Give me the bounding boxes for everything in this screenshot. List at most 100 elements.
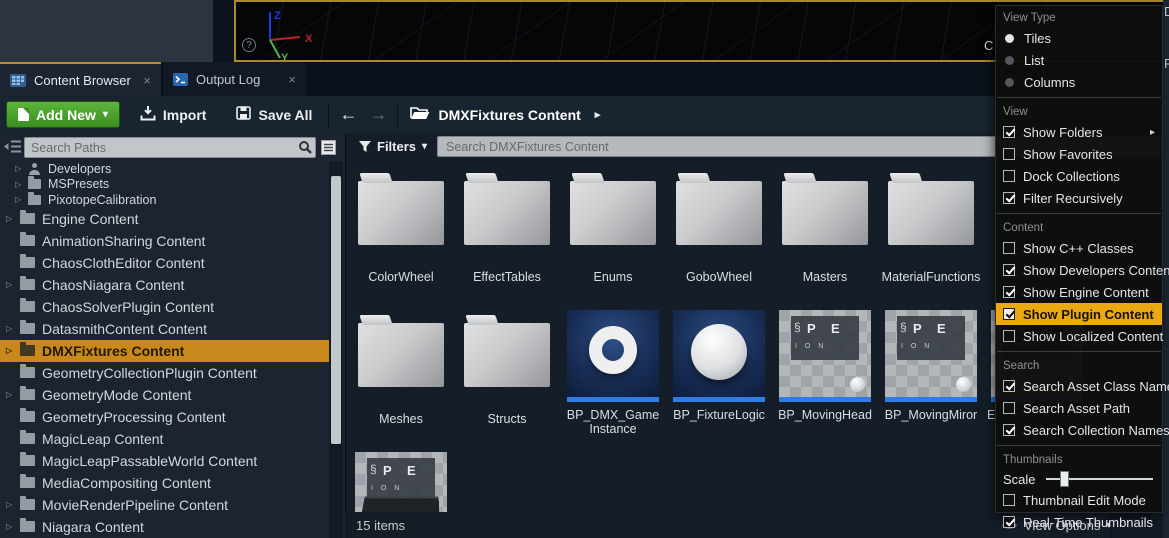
folder-tile-meshes[interactable]: Meshes [348, 310, 454, 426]
menu-item-show-cpp-classes[interactable]: Show C++ Classes [996, 237, 1162, 259]
tree-item-pixotopecalibration[interactable]: ▷ PixotopeCalibration [0, 192, 329, 208]
menu-item-show-folders[interactable]: Show Folders▸ [996, 121, 1162, 143]
tree-item-chaosniagara[interactable]: ▷ChaosNiagara Content [0, 274, 329, 296]
checkbox-checked-icon [1003, 516, 1015, 528]
tree-item-magicleap[interactable]: MagicLeap Content [0, 428, 329, 450]
tree-item-geometrycollectionplugin[interactable]: GeometryCollectionPlugin Content [0, 362, 329, 384]
back-button[interactable]: ← [333, 104, 363, 125]
menu-item-show-engine-content[interactable]: Show Engine Content [996, 281, 1162, 303]
folder-tile-colorwheel[interactable]: ColorWheel [348, 168, 454, 284]
expand-arrow-icon[interactable]: ▷ [6, 346, 19, 355]
menu-item-search-collection-names[interactable]: Search Collection Names [996, 419, 1162, 441]
add-new-button[interactable]: Add New ▾ [6, 101, 120, 128]
save-all-button[interactable]: Save All [224, 96, 324, 133]
asset-tile-bp-movinghead[interactable]: §P EI O N BP_MovingHead [772, 310, 878, 422]
breadcrumb[interactable]: DMXFixtures Content ▸ [410, 106, 600, 123]
menu-item-tiles[interactable]: Tiles [996, 27, 1162, 49]
expand-arrow-icon[interactable]: ▷ [15, 180, 27, 189]
close-tab-icon[interactable]: × [278, 72, 296, 87]
checkbox-checked-icon [1003, 380, 1015, 392]
menu-item-show-localized-content[interactable]: Show Localized Content [996, 325, 1162, 347]
thumbnail-scale-slider[interactable] [1046, 478, 1153, 480]
menu-item-filter-recursively[interactable]: Filter Recursively [996, 187, 1162, 209]
expand-arrow-icon[interactable]: ▷ [6, 500, 19, 509]
checkbox-checked-icon [1003, 192, 1015, 204]
folder-tile-gobowheel[interactable]: GoboWheel [666, 168, 772, 284]
tab-output-log[interactable]: Output Log × [163, 62, 306, 96]
radio-off-icon [1005, 56, 1014, 65]
add-new-label: Add New [36, 107, 96, 123]
expand-arrow-icon[interactable]: ▷ [6, 324, 19, 333]
asset-thumbnail: §P EI O N [779, 310, 871, 402]
tab-content-browser[interactable]: Content Browser × [0, 62, 161, 96]
tree-scrollbar[interactable] [329, 161, 343, 538]
tree-item-label: GeometryMode Content [42, 387, 191, 403]
asset-thumbnail: §P EI O N [355, 452, 447, 512]
expand-arrow-icon[interactable]: ▷ [15, 195, 27, 204]
scrollbar-thumb[interactable] [331, 176, 341, 444]
tree-item-datasmithcontent[interactable]: ▷DatasmithContent Content [0, 318, 329, 340]
tab-bar: Content Browser × Output Log × [0, 62, 1169, 96]
sources-view-options-button[interactable] [321, 140, 336, 160]
tree-item-label: PixotopeCalibration [48, 193, 156, 207]
menu-item-dock-collections[interactable]: Dock Collections [996, 165, 1162, 187]
asset-tile-bp-fixturelogic[interactable]: BP_FixtureLogic [666, 310, 772, 422]
slider-thumb[interactable] [1060, 471, 1069, 487]
menu-item-show-favorites[interactable]: Show Favorites [996, 143, 1162, 165]
expand-arrow-icon[interactable]: ▷ [15, 164, 27, 173]
collapse-sources-icon[interactable] [4, 139, 21, 159]
menu-item-thumbnail-edit-mode[interactable]: Thumbnail Edit Mode [996, 489, 1162, 511]
folder-tile-materialfunctions[interactable]: MaterialFunctions [878, 168, 984, 284]
folder-tile-effecttables[interactable]: EffectTables [454, 168, 560, 284]
folder-icon [20, 389, 35, 400]
folder-tile-enums[interactable]: Enums [560, 168, 666, 284]
tree-item-magicleappassableworld[interactable]: MagicLeapPassableWorld Content [0, 450, 329, 472]
expand-arrow-icon[interactable]: ▷ [6, 280, 19, 289]
close-tab-icon[interactable]: × [133, 73, 151, 88]
menu-item-search-asset-path[interactable]: Search Asset Path [996, 397, 1162, 419]
tree-item-mspresets[interactable]: ▷ MSPresets [0, 177, 329, 193]
menu-item-show-developers-content[interactable]: Show Developers Content [996, 259, 1162, 281]
tree-item-mediacompositing[interactable]: MediaCompositing Content [0, 472, 329, 494]
sphere-graphic [691, 324, 747, 380]
folder-tile-structs[interactable]: Structs [454, 310, 560, 426]
asset-tile-bp-movingmiror[interactable]: §P EI O N BP_MovingMiror [878, 310, 984, 422]
tree-item-animationsharing[interactable]: AnimationSharing Content [0, 230, 329, 252]
menu-item-columns[interactable]: Columns [996, 71, 1162, 93]
expand-arrow-icon[interactable]: ▷ [6, 390, 19, 399]
menu-item-list[interactable]: List [996, 49, 1162, 71]
tree-item-geometryprocessing[interactable]: GeometryProcessing Content [0, 406, 329, 428]
checkbox-checked-icon [1003, 424, 1015, 436]
menu-item-search-asset-class-names[interactable]: Search Asset Class Names [996, 375, 1162, 397]
radio-on-icon [1005, 34, 1014, 43]
asset-tile-bp-dmx-gameinstance[interactable]: BP_DMX_GameInstance [560, 310, 666, 436]
blueprint-color-bar [673, 397, 765, 402]
checkbox-unchecked-icon [1003, 170, 1015, 182]
menu-item-show-plugin-content[interactable]: Show Plugin Content [996, 303, 1162, 325]
filters-button[interactable]: Filters ▾ [346, 139, 437, 154]
menu-section-title: View [996, 102, 1162, 121]
tree-item-geometrymode[interactable]: ▷ GeometryMode Content [0, 384, 329, 406]
tree-item-label: MSPresets [48, 177, 109, 191]
tree-item-niagara[interactable]: ▷Niagara Content [0, 516, 329, 538]
radio-off-icon [1005, 78, 1014, 87]
menu-item-realtime-thumbnails[interactable]: Real-Time Thumbnails [996, 511, 1162, 533]
search-paths-input[interactable] [24, 137, 316, 158]
tree-item-engine-content[interactable]: ▷Engine Content [0, 208, 329, 230]
expand-arrow-icon[interactable]: ▷ [6, 214, 19, 223]
folder-icon [20, 499, 35, 510]
tree-item-chaosclotheditor[interactable]: ChaosClothEditor Content [0, 252, 329, 274]
asset-tile-clipped[interactable]: §P EI O N [348, 452, 454, 512]
tree-item-chaossolverplugin[interactable]: ChaosSolverPlugin Content [0, 296, 329, 318]
expand-arrow-icon[interactable]: ▷ [6, 522, 19, 531]
checkbox-unchecked-icon [1003, 494, 1015, 506]
tree-item-developers[interactable]: ▷ Developers [0, 161, 329, 177]
tree-item-movierenderpipeline[interactable]: ▷MovieRenderPipeline Content [0, 494, 329, 516]
occluded-viewport-text: C [984, 38, 993, 53]
import-button[interactable]: Import [128, 96, 219, 133]
folder-tile-masters[interactable]: Masters [772, 168, 878, 284]
toolbar-separator [328, 102, 329, 128]
tree-item-label: Developers [48, 162, 111, 176]
tree-item-dmxfixtures-selected[interactable]: ▷DMXFixtures Content [0, 340, 329, 362]
forward-button[interactable]: → [363, 104, 393, 125]
